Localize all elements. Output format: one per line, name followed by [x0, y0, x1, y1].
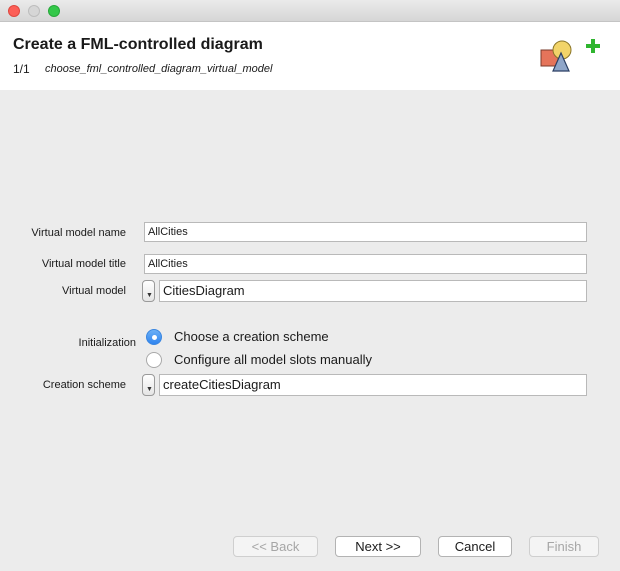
manual-slots-radio[interactable] — [146, 352, 162, 368]
virtual-model-name-field[interactable]: AllCities — [144, 222, 587, 242]
creation-scheme-radio[interactable] — [146, 329, 162, 345]
plus-icon — [586, 39, 600, 53]
creation-scheme-label: Creation scheme — [42, 379, 126, 391]
creation-scheme-selector-button[interactable]: ▼ — [142, 374, 155, 396]
step-counter: 1/1 — [13, 62, 30, 76]
finish-button[interactable]: Finish — [529, 536, 599, 557]
manual-slots-radio-label[interactable]: Configure all model slots manually — [174, 352, 372, 367]
wizard-title: Create a FML-controlled diagram — [13, 36, 263, 53]
minimize-window-button[interactable] — [28, 5, 40, 17]
back-button[interactable]: << Back — [233, 536, 318, 557]
close-window-button[interactable] — [8, 5, 20, 17]
virtual-model-field[interactable]: CitiesDiagram — [159, 280, 587, 302]
window-titlebar — [0, 0, 620, 22]
step-name: choose_fml_controlled_diagram_virtual_mo… — [45, 63, 273, 75]
virtual-model-label: Virtual model — [62, 285, 126, 297]
zoom-window-button[interactable] — [48, 5, 60, 17]
virtual-model-title-field[interactable]: AllCities — [144, 254, 587, 274]
chevron-down-icon: ▼ — [146, 386, 153, 393]
initialization-label: Initialization — [78, 337, 136, 349]
virtual-model-name-label: Virtual model name — [31, 227, 126, 239]
chevron-down-icon: ▼ — [146, 292, 153, 299]
next-button[interactable]: Next >> — [335, 536, 421, 557]
wizard-header: Create a FML-controlled diagram 1/1 choo… — [0, 22, 620, 90]
virtual-model-selector-button[interactable]: ▼ — [142, 280, 155, 302]
creation-scheme-radio-label[interactable]: Choose a creation scheme — [174, 329, 329, 344]
virtual-model-title-label: Virtual model title — [41, 258, 126, 270]
creation-scheme-field[interactable]: createCitiesDiagram — [159, 374, 587, 396]
cancel-button[interactable]: Cancel — [438, 536, 512, 557]
diagram-shapes-icon — [540, 40, 572, 72]
